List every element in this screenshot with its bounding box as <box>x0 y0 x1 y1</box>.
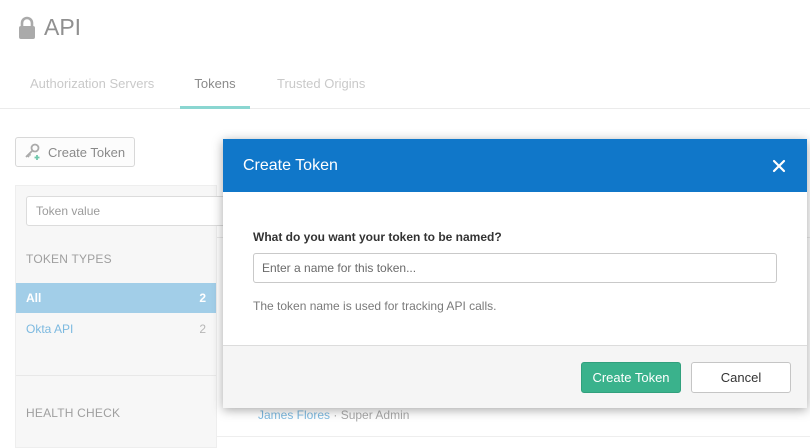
create-token-submit-button[interactable]: Create Token <box>581 362 681 393</box>
dialog-header: Create Token <box>223 139 807 192</box>
close-icon[interactable] <box>771 158 787 174</box>
dialog-title: Create Token <box>243 156 338 174</box>
token-name-label: What do you want your token to be named? <box>253 230 502 244</box>
dialog-body: What do you want your token to be named?… <box>223 192 807 345</box>
token-name-help-text: The token name is used for tracking API … <box>253 299 497 313</box>
dialog-footer: Create Token Cancel <box>223 345 807 408</box>
token-name-input[interactable] <box>253 253 777 283</box>
cancel-button[interactable]: Cancel <box>691 362 791 393</box>
create-token-dialog: Create Token What do you want your token… <box>223 139 807 408</box>
